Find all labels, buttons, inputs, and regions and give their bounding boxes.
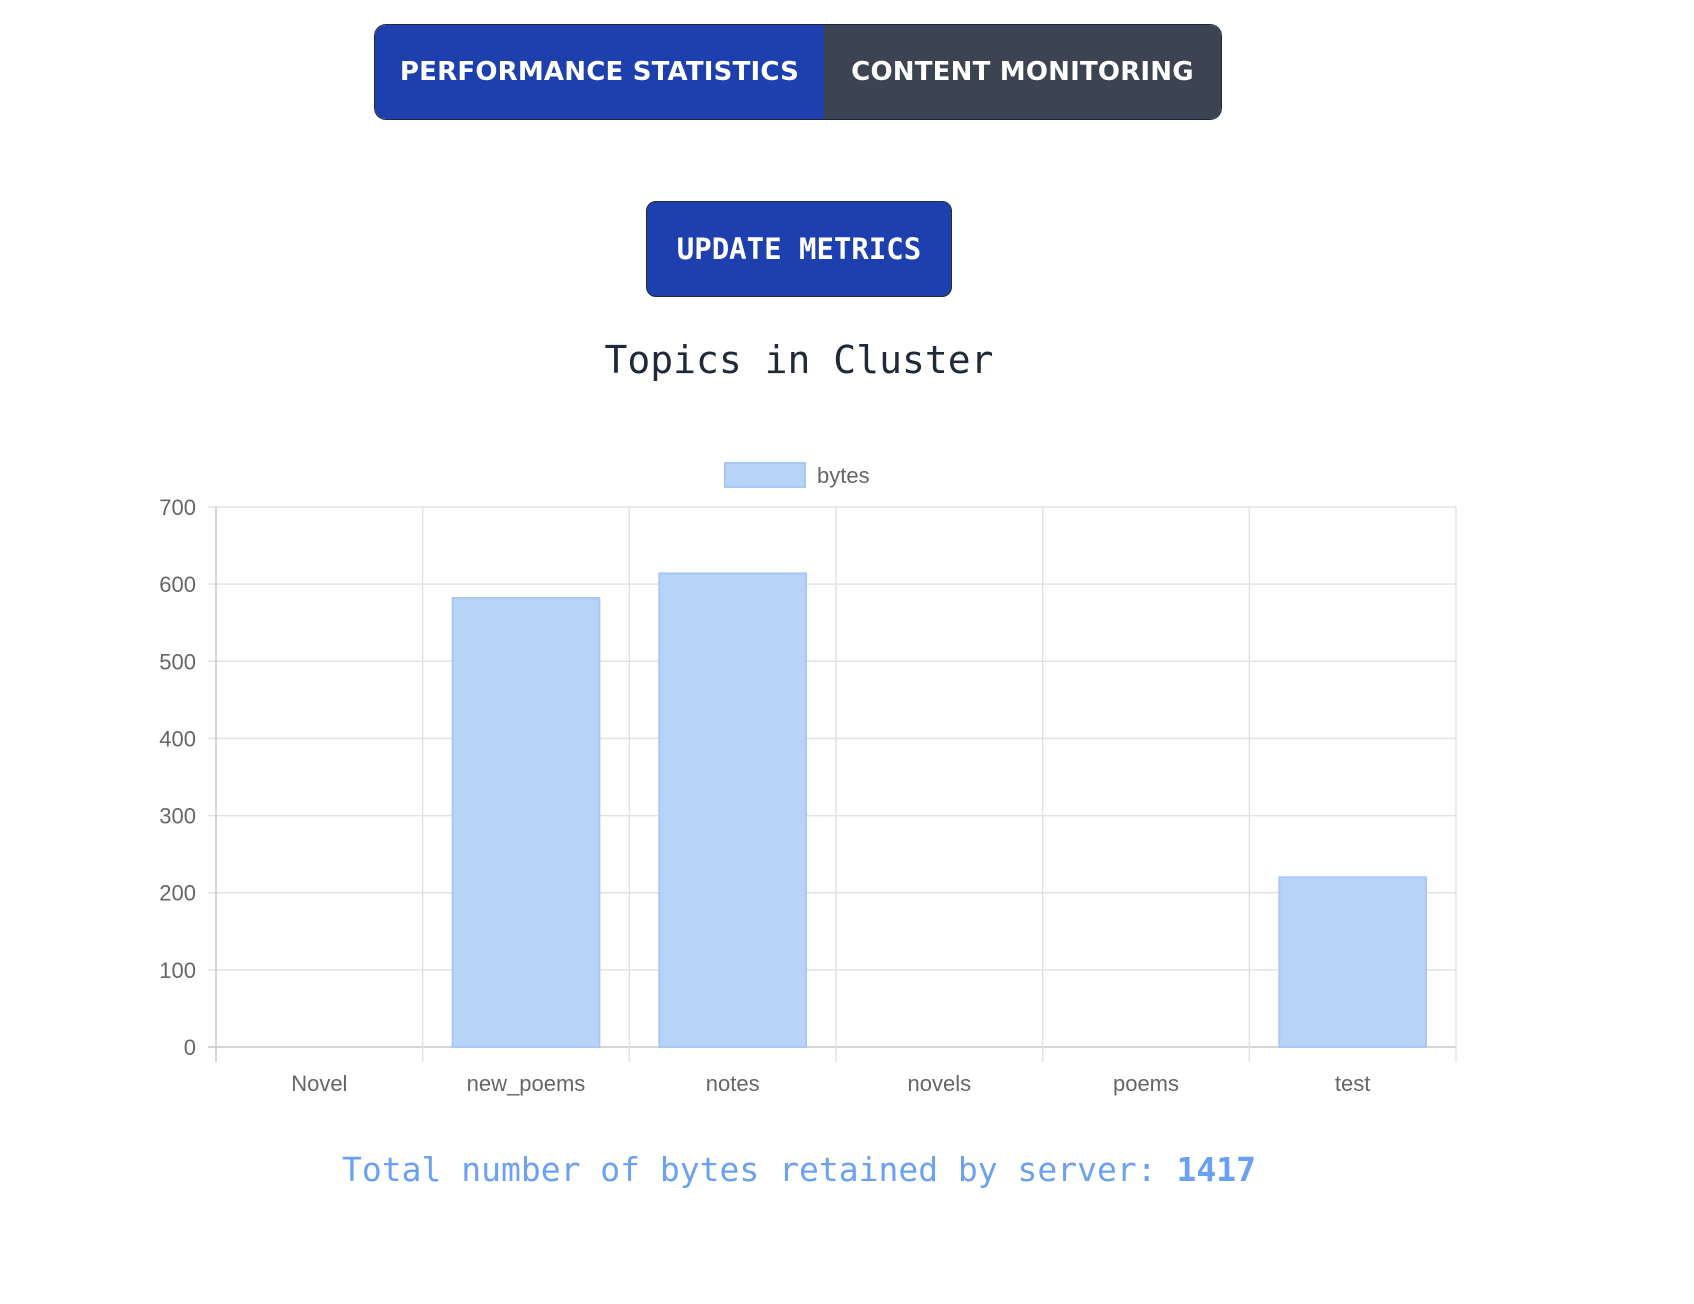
y-tick-label: 0 (184, 1035, 196, 1060)
tab-performance-statistics[interactable]: PERFORMANCE STATISTICS (375, 25, 824, 119)
bar (451, 597, 601, 1048)
tab-content-monitoring[interactable]: CONTENT MONITORING (824, 25, 1221, 119)
bar (658, 572, 808, 1048)
x-tick-label: poems (1113, 1071, 1179, 1096)
total-bytes-value: 1417 (1176, 1150, 1256, 1189)
bar (1278, 876, 1428, 1048)
y-tick-label: 600 (159, 572, 196, 597)
y-tick-label: 300 (159, 804, 196, 829)
x-tick-label: Novel (291, 1071, 347, 1096)
legend-swatch (724, 462, 806, 488)
tab-bar: PERFORMANCE STATISTICS CONTENT MONITORIN… (374, 24, 1222, 120)
legend-label: bytes (817, 463, 870, 488)
x-tick-label: notes (706, 1071, 760, 1096)
total-bytes-label: Total number of bytes retained by server… (342, 1150, 1157, 1189)
y-tick-label: 200 (159, 881, 196, 906)
total-bytes-summary: Total number of bytes retained by server… (0, 1150, 1598, 1189)
y-tick-label: 700 (159, 495, 196, 520)
y-tick-label: 100 (159, 958, 196, 983)
bar-chart: 0 100 200 300 400 500 600 700 Novel new_poems note… (159, 462, 1457, 1096)
x-tick-label: novels (908, 1071, 972, 1096)
x-tick-label: new_poems (467, 1071, 586, 1096)
y-tick-label: 400 (159, 726, 196, 751)
y-tick-label: 500 (159, 649, 196, 674)
page-title: Topics in Cluster (604, 338, 994, 382)
x-tick-label: test (1335, 1071, 1370, 1096)
update-metrics-button[interactable]: UPDATE METRICS (646, 201, 952, 297)
